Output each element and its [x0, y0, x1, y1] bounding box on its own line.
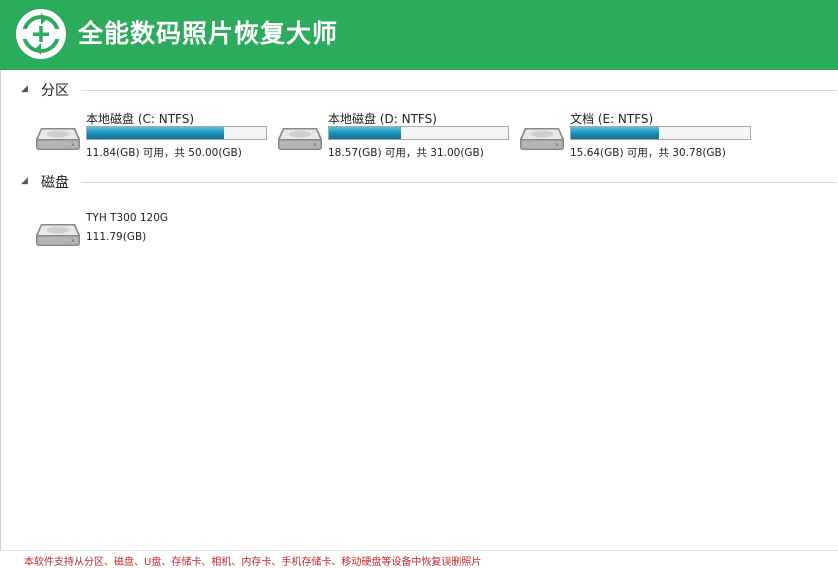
disk-name: TYH T300 120G [86, 212, 169, 224]
partition-name: 本地磁盘 (C: NTFS) [86, 112, 195, 126]
footer-bar: 本软件支持从分区、磁盘、U盘、存储卡、相机、内存卡、手机存储卡、移动硬盘等设备中… [0, 550, 838, 568]
recovery-logo-icon [16, 9, 66, 59]
partition-item-c[interactable]: 本地磁盘 (C: NTFS) 11.84(GB) 可用，共 50.00(GB) [35, 110, 275, 160]
hard-drive-icon [36, 128, 80, 150]
collapse-triangle-icon[interactable]: ◢ [21, 176, 31, 186]
group-divider [81, 90, 837, 91]
usage-bar [328, 126, 509, 140]
partition-name: 文档 (E: NTFS) [570, 112, 654, 126]
device-list-panel: ◢ 分区 本地磁盘 (C: NTFS) 11.84(GB) 可用，共 50.00… [0, 70, 838, 550]
usage-bar-fill [571, 127, 660, 139]
disk-size: 111.79(GB) [86, 231, 147, 243]
group-header-disks[interactable]: ◢ 磁盘 [21, 172, 837, 192]
partition-name: 本地磁盘 (D: NTFS) [328, 112, 437, 126]
usage-bar [570, 126, 751, 140]
partition-item-d[interactable]: 本地磁盘 (D: NTFS) 18.57(GB) 可用，共 31.00(GB) [277, 110, 517, 160]
usage-bar-fill [329, 127, 401, 139]
partition-space: 11.84(GB) 可用，共 50.00(GB) [86, 147, 242, 159]
hard-drive-icon [36, 224, 80, 246]
partition-space: 18.57(GB) 可用，共 31.00(GB) [328, 147, 484, 159]
usage-bar [86, 126, 267, 140]
app-header: 全能数码照片恢复大师 [0, 0, 838, 70]
hard-drive-icon [520, 128, 564, 150]
app-title: 全能数码照片恢复大师 [78, 19, 339, 48]
group-label-disks: 磁盘 [41, 175, 69, 191]
group-label-partitions: 分区 [41, 83, 69, 99]
footer-notice: 本软件支持从分区、磁盘、U盘、存储卡、相机、内存卡、手机存储卡、移动硬盘等设备中… [24, 557, 482, 568]
group-header-partitions[interactable]: ◢ 分区 [21, 80, 837, 100]
partition-item-e[interactable]: 文档 (E: NTFS) 15.64(GB) 可用，共 30.78(GB) [519, 110, 759, 160]
hard-drive-icon [278, 128, 322, 150]
collapse-triangle-icon[interactable]: ◢ [21, 84, 31, 94]
disk-item-tyh-t300[interactable]: TYH T300 120G 111.79(GB) [35, 212, 235, 262]
usage-bar-fill [87, 127, 224, 139]
group-divider [81, 182, 837, 183]
partition-space: 15.64(GB) 可用，共 30.78(GB) [570, 147, 726, 159]
